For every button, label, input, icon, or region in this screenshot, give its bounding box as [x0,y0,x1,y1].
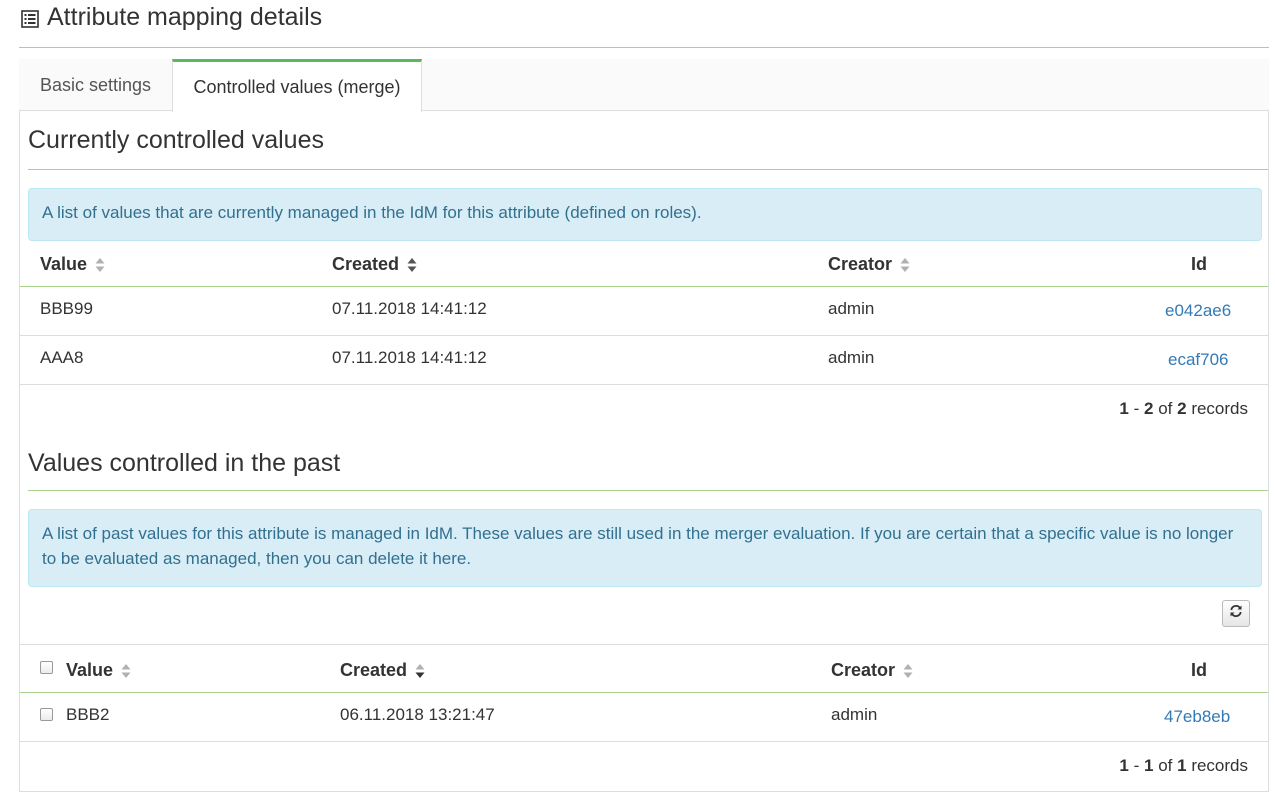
row-creator: admin [828,299,875,318]
past-section-title: Values controlled in the past [28,436,1268,491]
row-creator: admin [831,705,878,724]
col-label: Created [340,660,408,680]
past-col-id: Id [1191,660,1207,680]
pager-to: 1 [1143,756,1154,775]
past-col-created[interactable]: Created [340,658,425,683]
row-value: AAA8 [40,348,84,367]
pager-of: of [1158,756,1173,775]
pager-records: records [1191,756,1248,775]
refresh-icon [1229,604,1243,623]
col-label: Creator [828,254,893,274]
row-divider [20,335,1268,336]
table-header-divider [20,286,1268,287]
row-creator: admin [828,348,875,367]
past-pager: 1 - 1 of 1 records [1119,756,1248,775]
sort-icon [900,257,910,273]
pager-of: of [1158,399,1173,418]
pager-records: records [1191,399,1248,418]
current-section-title: Currently controlled values [28,110,1268,170]
col-label: Created [332,254,400,274]
col-label: Value [66,660,114,680]
sort-icon [903,663,913,679]
sort-icon [415,663,425,679]
current-col-value[interactable]: Value [40,252,105,277]
tab-bar: Basic settings Controlled values (merge) [19,59,1269,112]
select-all-checkbox[interactable] [40,661,53,674]
col-label: Creator [831,660,896,680]
sort-icon [95,257,105,273]
row-id-link[interactable]: e042ae6 [1165,301,1231,321]
row-id-link[interactable]: 47eb8eb [1164,707,1230,727]
pager-to: 2 [1143,399,1154,418]
current-pager: 1 - 2 of 2 records [1119,399,1248,418]
table-top-border [20,644,1268,645]
past-col-creator[interactable]: Creator [831,658,913,683]
row-value: BBB2 [66,705,110,724]
sort-icon [121,663,131,679]
row-divider [20,741,1268,742]
col-label: Value [40,254,88,274]
current-col-creator[interactable]: Creator [828,252,910,277]
pager-total: 1 [1177,756,1187,775]
past-info-alert: A list of past values for this attribute… [28,509,1262,587]
row-created: 07.11.2018 14:41:12 [332,348,487,367]
current-info-alert: A list of values that are currently mana… [28,188,1262,241]
pager-from: 1 [1119,756,1129,775]
tab-controlled-values[interactable]: Controlled values (merge) [172,59,422,112]
row-value: BBB99 [40,299,93,318]
tab-basic-settings[interactable]: Basic settings [19,59,172,111]
refresh-button[interactable] [1222,600,1250,627]
tab-panel: Currently controlled values A list of va… [19,110,1269,792]
sort-icon [407,257,417,273]
pager-total: 2 [1177,399,1187,418]
page-title: Attribute mapping details [47,3,323,31]
current-col-id: Id [1191,254,1207,274]
past-col-value[interactable]: Value [66,658,131,683]
pager-from: 1 [1119,399,1129,418]
table-header-divider [20,692,1268,693]
row-id-link[interactable]: ecaf706 [1168,350,1229,370]
current-col-created[interactable]: Created [332,252,417,277]
row-divider [20,384,1268,385]
row-checkbox[interactable] [40,708,53,721]
row-created: 06.11.2018 13:21:47 [340,705,495,724]
list-icon [21,10,39,28]
row-created: 07.11.2018 14:41:12 [332,299,487,318]
page-header: Attribute mapping details [19,0,1269,48]
